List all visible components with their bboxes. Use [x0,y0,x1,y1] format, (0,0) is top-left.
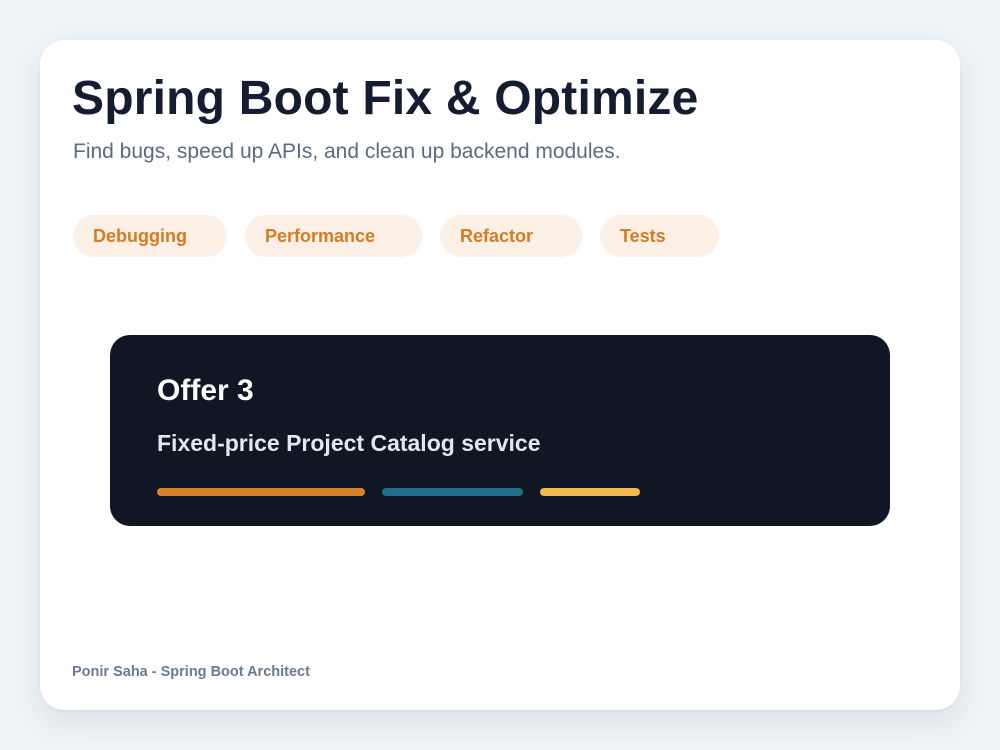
footer-author: Ponir Saha - Spring Boot Architect [72,664,310,680]
tag-tests[interactable]: Tests [600,215,719,257]
accent-bars [157,488,657,496]
offer-title: Offer 3 [157,374,254,407]
page-title: Spring Boot Fix & Optimize [72,72,699,125]
offer-description: Fixed-price Project Catalog service [157,430,541,456]
tag-performance[interactable]: Performance [245,215,422,257]
offer-card: Offer 3 Fixed-price Project Catalog serv… [110,335,890,526]
accent-bar-yellow [540,488,640,496]
tag-refactor[interactable]: Refactor [440,215,582,257]
accent-bar-orange [157,488,365,496]
page-subtitle: Find bugs, speed up APIs, and clean up b… [73,140,621,163]
tag-debugging[interactable]: Debugging [73,215,227,257]
main-card: Spring Boot Fix & Optimize Find bugs, sp… [40,40,960,710]
accent-bar-blue [382,488,523,496]
